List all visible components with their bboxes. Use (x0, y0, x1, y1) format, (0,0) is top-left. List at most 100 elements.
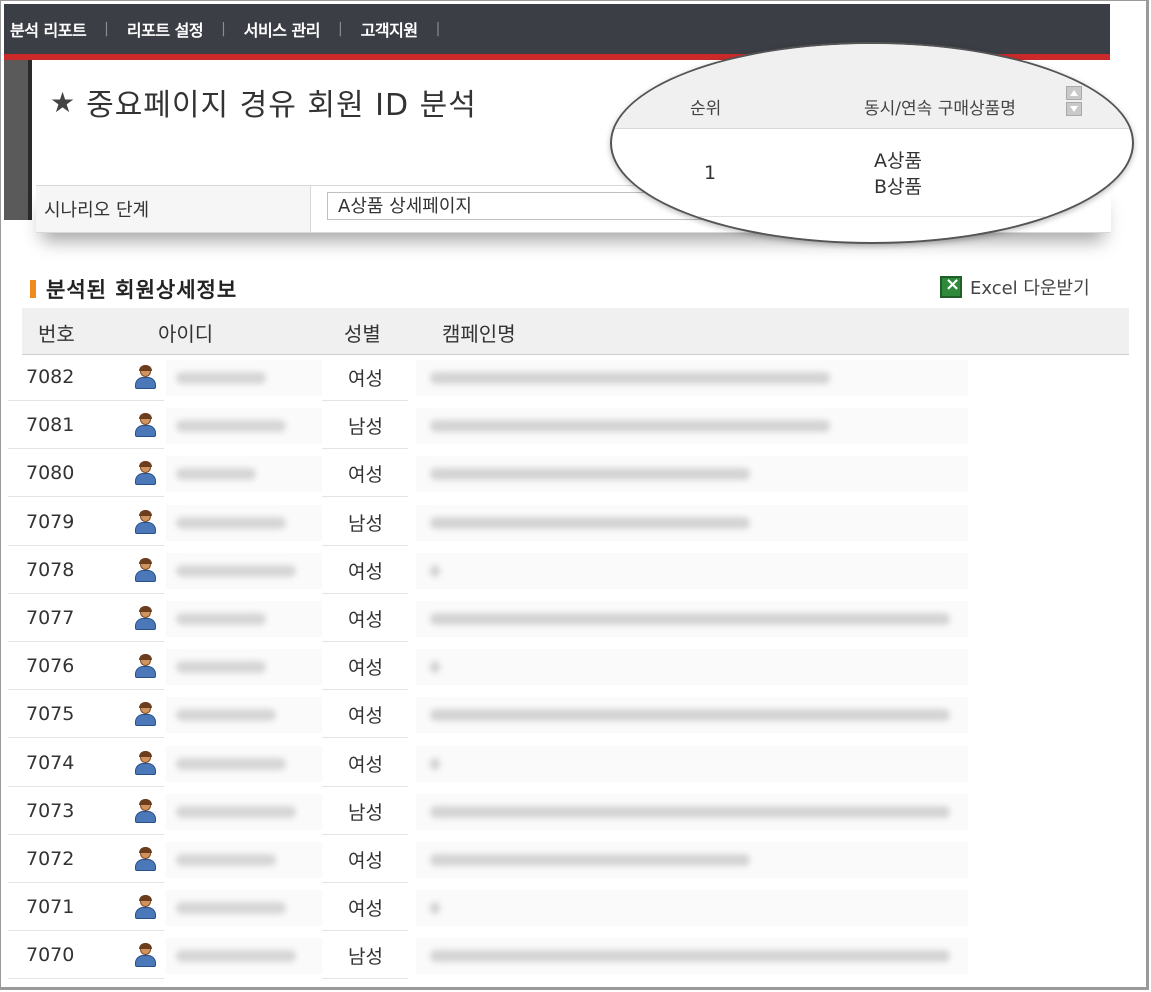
excel-download-button[interactable]: Excel 다운받기 (940, 274, 1090, 300)
scenario-label: 시나리오 단계 (44, 200, 150, 221)
campaign-redacted (416, 504, 968, 541)
gender-cell: 여성 (322, 595, 408, 642)
row-number: 7081 (26, 414, 75, 437)
member-avatar-icon[interactable] (134, 461, 156, 486)
row-number: 7077 (26, 607, 75, 629)
magnified-purchase-popup: 순위 동시/연속 구매상품명 1 A상품 B상품 (610, 42, 1134, 244)
row-number-cell: 7075 (8, 691, 164, 739)
table-row: 7076 여성 (8, 643, 1008, 691)
table-row: 7080 여성 (8, 450, 1008, 498)
table-row: 7081 남성 (8, 402, 1008, 450)
row-number-cell: 7079 (8, 499, 164, 546)
member-id-redacted (166, 504, 322, 541)
table-row: 7079 남성 (8, 499, 1008, 547)
member-avatar-icon[interactable] (134, 847, 156, 872)
row-number-cell: 7072 (8, 836, 164, 883)
gender-value: 여성 (348, 705, 383, 728)
gender-value: 여성 (348, 898, 383, 921)
popup-col-product: 동시/연속 구매상품명 (864, 99, 1016, 119)
gender-cell: 여성 (322, 354, 408, 401)
header-campaign[interactable]: 캠페인명 (442, 318, 516, 347)
nav-item-report-settings[interactable]: 리포트 설정 (121, 17, 209, 41)
row-number-cell: 7073 (8, 788, 164, 835)
gender-value: 여성 (348, 609, 383, 631)
row-number-cell: 7070 (8, 932, 164, 980)
popup-col-rank: 순위 (690, 99, 722, 119)
member-avatar-icon[interactable] (134, 798, 156, 824)
table-row: 7072 여성 (8, 836, 1008, 884)
member-id-redacted (166, 408, 322, 445)
popup-rank-value: 1 (704, 162, 717, 184)
member-avatar-icon[interactable] (134, 413, 156, 438)
gender-cell: 여성 (322, 884, 408, 932)
row-number: 7072 (26, 848, 75, 870)
member-id-redacted (166, 890, 322, 927)
page-title-text: 중요페이지 경유 회원 ID 분석 (86, 88, 477, 123)
campaign-redacted (416, 601, 968, 637)
gender-cell: 여성 (322, 740, 408, 787)
member-avatar-icon[interactable] (134, 365, 156, 390)
section-title-text: 분석된 회원상세정보 (46, 278, 238, 302)
gender-value: 남성 (348, 946, 383, 969)
table-row: 7073 남성 (8, 788, 1008, 836)
popup-product-line2: B상품 (874, 176, 922, 198)
gender-value: 남성 (348, 801, 383, 824)
row-number-cell: 7081 (8, 402, 164, 450)
row-number: 7078 (26, 558, 75, 581)
campaign-redacted (416, 697, 968, 734)
row-number-cell: 7080 (8, 450, 164, 498)
member-avatar-icon[interactable] (134, 654, 156, 679)
table-row: 7077 여성 (8, 595, 1008, 643)
table-row: 7071 여성 (8, 884, 1008, 932)
page-title: ★ 중요페이지 경유 회원 ID 분석 (50, 80, 477, 124)
gender-value: 여성 (348, 464, 383, 487)
campaign-redacted (416, 938, 968, 975)
row-number-cell: 7071 (8, 884, 164, 932)
member-avatar-icon[interactable] (134, 895, 156, 920)
row-number: 7082 (26, 366, 75, 388)
table-row: 7075 여성 (8, 691, 1008, 739)
campaign-redacted (416, 793, 968, 830)
nav-item-customer-support[interactable]: 고객지원 (355, 17, 424, 41)
nav-item-service-management[interactable]: 서비스 관리 (238, 17, 326, 41)
row-number: 7074 (26, 751, 75, 774)
gender-value: 여성 (348, 657, 383, 680)
table-row: 7070 남성 (8, 932, 1008, 980)
section-marker (30, 280, 36, 298)
member-id-redacted (166, 601, 322, 637)
section-title: 분석된 회원상세정보 (30, 274, 237, 304)
member-avatar-icon[interactable] (134, 509, 156, 535)
table-row: 7078 여성 (8, 547, 1008, 595)
member-id-redacted (166, 842, 322, 878)
campaign-redacted (416, 552, 968, 589)
row-number: 7076 (26, 655, 75, 678)
sort-down-icon[interactable] (1066, 102, 1082, 116)
campaign-redacted (416, 408, 968, 445)
row-number: 7073 (26, 799, 75, 822)
gender-value: 남성 (348, 512, 383, 535)
header-id[interactable]: 아이디 (158, 318, 213, 347)
member-avatar-icon[interactable] (134, 750, 156, 776)
sort-up-icon[interactable] (1066, 86, 1082, 100)
member-avatar-icon[interactable] (134, 943, 156, 968)
member-avatar-icon[interactable] (134, 702, 156, 727)
row-number: 7079 (26, 510, 75, 533)
left-panel-edge-dark (28, 60, 32, 220)
gender-value: 남성 (348, 416, 383, 439)
member-avatar-icon[interactable] (134, 557, 156, 583)
row-number-cell: 7082 (8, 354, 164, 401)
header-number[interactable]: 번호 (38, 318, 75, 347)
row-number-cell: 7077 (8, 595, 164, 642)
nav-separator: | (337, 21, 343, 37)
member-id-redacted (166, 360, 322, 396)
row-number-cell: 7076 (8, 643, 164, 691)
star-icon: ★ (50, 85, 77, 119)
member-avatar-icon[interactable] (134, 606, 156, 631)
popup-product-line1: A상품 (874, 150, 922, 172)
gender-cell: 여성 (322, 643, 408, 691)
header-gender[interactable]: 성별 (344, 318, 381, 347)
gender-cell: 남성 (322, 402, 408, 450)
campaign-redacted (416, 890, 968, 927)
gender-value: 여성 (348, 753, 383, 776)
nav-item-analysis-report[interactable]: 분석 리포트 (4, 17, 92, 41)
